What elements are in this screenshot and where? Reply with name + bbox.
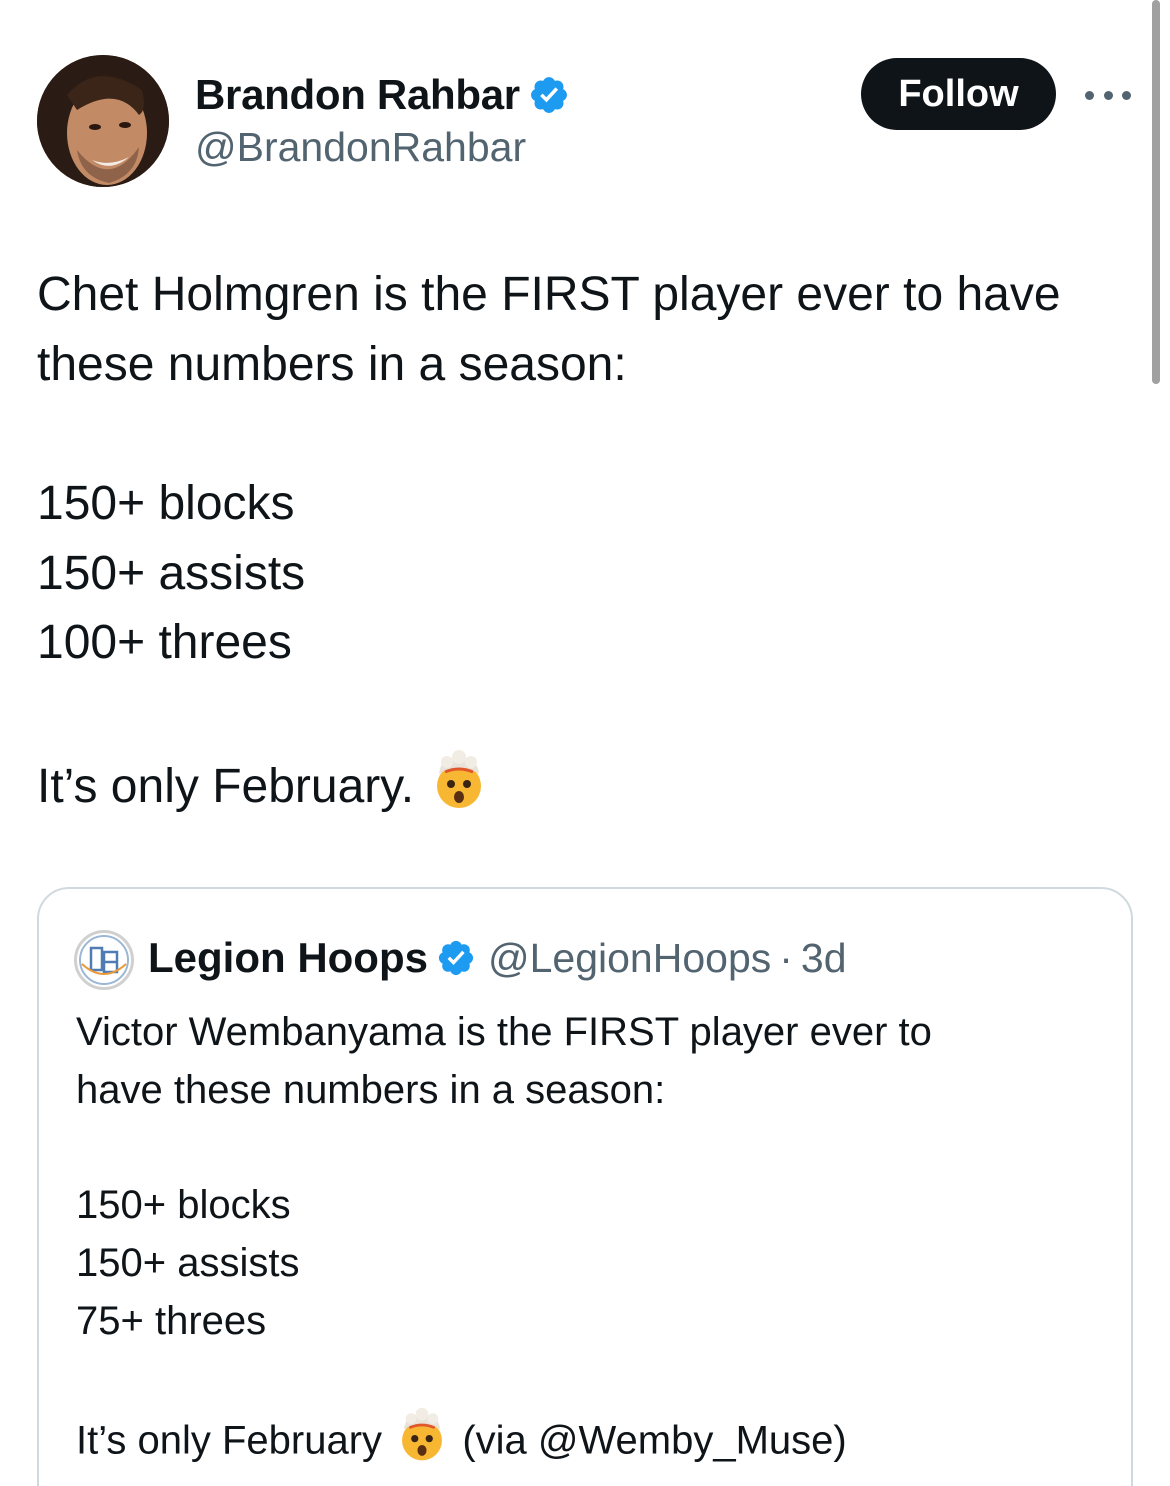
quoted-author-handle[interactable]: @LegionHoops xyxy=(488,935,771,982)
quoted-tweet-timestamp[interactable]: 3d xyxy=(801,935,847,982)
author-handle[interactable]: @BrandonRahbar xyxy=(195,124,526,171)
author-avatar[interactable] xyxy=(37,55,169,187)
quoted-author-name[interactable]: Legion Hoops xyxy=(148,934,428,982)
tweet-stat-threes: 100+ threes xyxy=(37,616,292,669)
quoted-author-avatar[interactable] xyxy=(74,930,134,990)
separator-dot: · xyxy=(779,934,793,981)
follow-button[interactable]: Follow xyxy=(861,58,1056,130)
verified-badge-icon[interactable] xyxy=(528,74,570,116)
quoted-text-line: have these numbers in a season: xyxy=(76,1068,666,1112)
dot xyxy=(1122,90,1131,100)
author-name-row: Brandon Rahbar xyxy=(195,70,570,120)
tweet-stat-blocks: 150+ blocks xyxy=(37,477,295,530)
dot xyxy=(1103,90,1113,100)
exploding-head-emoji-icon xyxy=(393,1406,451,1480)
dot xyxy=(1085,90,1094,100)
quoted-stat-assists: 150+ assists xyxy=(76,1241,300,1285)
quoted-closing-via[interactable]: (via @Wemby_Muse) xyxy=(462,1419,846,1463)
tweet-text-line: these numbers in a season: xyxy=(37,338,627,391)
author-display-name[interactable]: Brandon Rahbar xyxy=(195,71,520,119)
quoted-tweet-header: Legion Hoops @LegionHoops · 3d xyxy=(148,930,847,986)
quoted-closing-line: It’s only February (via @Wemby_Muse) xyxy=(76,1406,847,1480)
tweet-page: Brandon Rahbar @BrandonRahbar Follow Che… xyxy=(0,0,1170,1486)
quoted-text-line: Victor Wembanyama is the FIRST player ev… xyxy=(76,1010,932,1054)
tweet-closing-line: It’s only February. xyxy=(37,748,491,831)
verified-badge-icon[interactable] xyxy=(436,938,476,978)
tweet-text-line: Chet Holmgren is the FIRST player ever t… xyxy=(37,268,1061,321)
avatar-image xyxy=(37,55,169,187)
tweet-closing-text: It’s only February. xyxy=(37,760,415,814)
legion-hoops-logo-icon xyxy=(79,935,129,985)
tweet-stat-assists: 150+ assists xyxy=(37,547,306,600)
scrollbar[interactable] xyxy=(1152,0,1160,384)
quoted-stat-blocks: 150+ blocks xyxy=(76,1183,291,1227)
more-horizontal-icon[interactable] xyxy=(1085,82,1131,108)
exploding-head-emoji-icon xyxy=(427,748,491,831)
quoted-closing-text: It’s only February xyxy=(76,1418,383,1463)
quoted-stat-threes: 75+ threes xyxy=(76,1299,267,1343)
